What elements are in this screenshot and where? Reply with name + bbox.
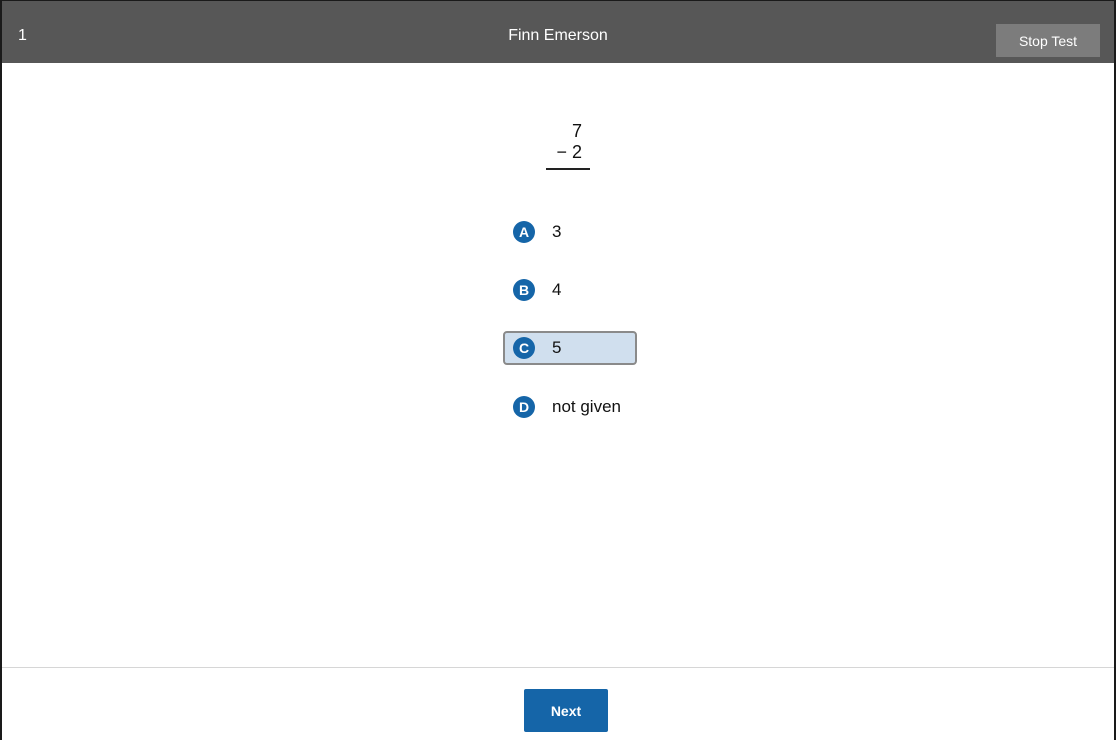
option-letter-badge: A (513, 221, 535, 243)
option-text: 4 (552, 280, 562, 299)
option-letter-badge: B (513, 279, 535, 301)
header-bar: 1 Finn Emerson Stop Test (2, 1, 1114, 63)
answer-option-b[interactable]: B 4 (503, 273, 637, 307)
option-text: not given (552, 397, 621, 416)
problem-answer-line (546, 168, 590, 170)
problem-minuend: 7 (571, 121, 582, 141)
test-window: 1 Finn Emerson Stop Test 7 − 2 A 3 B 4 C… (0, 0, 1116, 740)
answer-option-a[interactable]: A 3 (503, 215, 637, 249)
option-letter-badge: C (513, 337, 535, 359)
option-text: 5 (552, 338, 562, 357)
stop-test-button[interactable]: Stop Test (996, 24, 1100, 57)
option-letter-badge: D (513, 396, 535, 418)
problem-subtrahend: − 2 (556, 142, 582, 162)
option-text: 3 (552, 222, 562, 241)
student-name: Finn Emerson (508, 27, 608, 44)
footer-divider (2, 667, 1114, 668)
answer-option-c[interactable]: C 5 (503, 331, 637, 365)
next-button[interactable]: Next (524, 689, 608, 732)
math-problem: 7 − 2 (546, 121, 590, 170)
answer-option-d[interactable]: D not given (503, 390, 637, 424)
